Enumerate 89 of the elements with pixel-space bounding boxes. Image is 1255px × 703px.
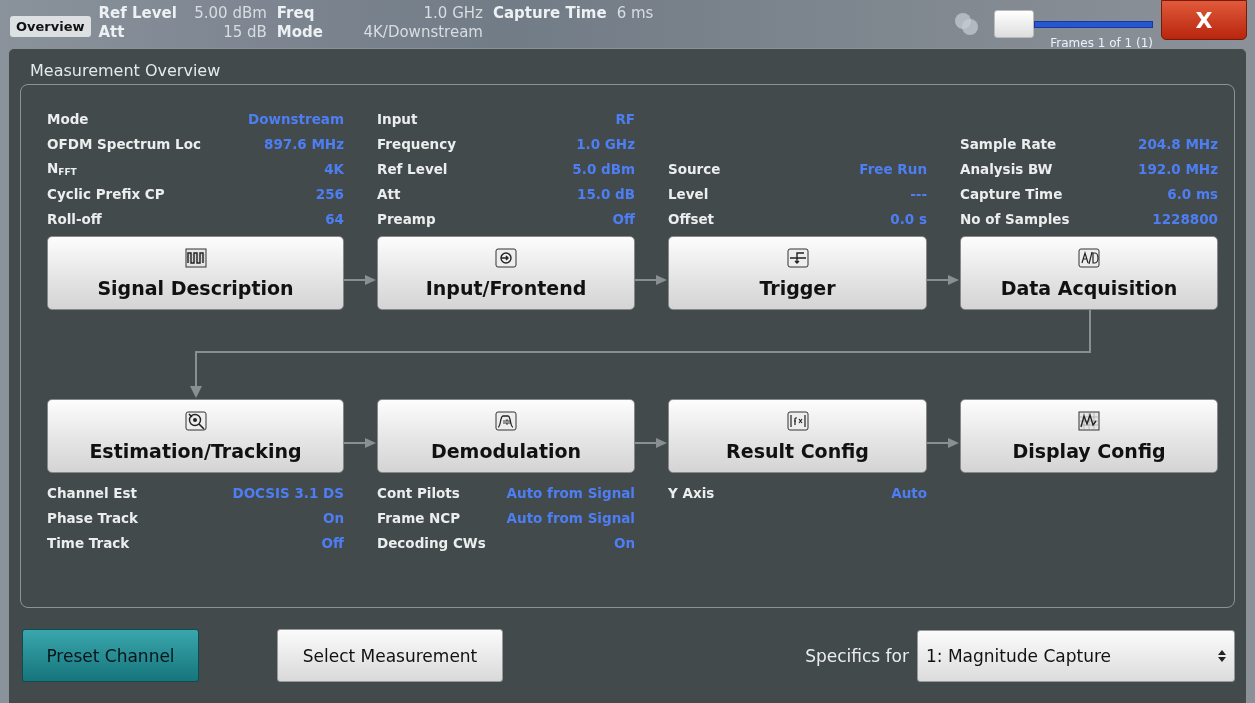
setting-label: Analysis BW bbox=[960, 160, 1053, 177]
setting-value: 1.0 GHz bbox=[576, 135, 635, 152]
setting-value: 6.0 ms bbox=[1167, 185, 1218, 202]
setting-label: Capture Time bbox=[960, 185, 1063, 202]
header-label: Ref Level bbox=[98, 4, 177, 22]
stage-button[interactable]: Input/Frontend bbox=[377, 236, 635, 310]
header-value: 6 ms bbox=[616, 4, 655, 22]
header-value: 4K/Downstream bbox=[362, 23, 483, 41]
setting-value: RF bbox=[615, 110, 635, 127]
setting-label: Sample Rate bbox=[960, 135, 1057, 152]
stage-button[interactable]: Data Acquisition bbox=[960, 236, 1218, 310]
flow-arrow bbox=[927, 274, 960, 286]
setting-label: Y Axis bbox=[668, 484, 715, 501]
close-button[interactable]: X bbox=[1161, 0, 1247, 40]
header-label: Capture Time bbox=[492, 4, 607, 22]
setting-value: 897.6 MHz bbox=[264, 135, 344, 152]
setting-value: 5.0 dBm bbox=[572, 160, 635, 177]
setting-label: Time Track bbox=[47, 534, 130, 551]
setting-value: Auto bbox=[891, 484, 927, 501]
setting-label: No of Samples bbox=[960, 210, 1070, 227]
stage-button[interactable]: Demodulation bbox=[377, 399, 635, 473]
setting-label: Offset bbox=[668, 210, 715, 227]
setting-value: Off bbox=[321, 534, 344, 551]
filter-curve-icon bbox=[495, 411, 517, 431]
flow-arrow bbox=[635, 274, 668, 286]
setting-label: OFDM Spectrum Loc bbox=[47, 135, 201, 152]
stage-button[interactable]: Result Config bbox=[668, 399, 927, 473]
setting-value: 0.0 s bbox=[890, 210, 927, 227]
updown-icon bbox=[1218, 648, 1226, 663]
setting-value: 64 bbox=[325, 210, 344, 227]
ad-converter-icon bbox=[1078, 248, 1100, 268]
header-value: 15 dB bbox=[222, 23, 267, 41]
flow-arrow bbox=[344, 274, 377, 286]
setting-label: Source bbox=[668, 160, 721, 177]
stage-button[interactable]: Estimation/Tracking bbox=[47, 399, 344, 473]
header-value: 1.0 GHz bbox=[422, 4, 483, 22]
function-icon bbox=[786, 411, 809, 431]
stage-button[interactable]: Trigger bbox=[668, 236, 927, 310]
setting-value: 1228800 bbox=[1152, 210, 1218, 227]
stage-button[interactable]: Signal Description bbox=[47, 236, 344, 310]
slider-handle[interactable] bbox=[994, 10, 1034, 38]
overview-tab[interactable]: Overview bbox=[10, 16, 91, 37]
setting-value: 204.8 MHz bbox=[1138, 135, 1218, 152]
setting-value: Free Run bbox=[859, 160, 927, 177]
setting-label: Roll-off bbox=[47, 210, 102, 227]
setting-value: Auto from Signal bbox=[506, 509, 635, 526]
setting-label: N$_{FFT}$ bbox=[47, 160, 77, 177]
header-label: Att bbox=[98, 23, 126, 41]
target-icon bbox=[184, 411, 207, 431]
setting-label: Phase Track bbox=[47, 509, 138, 526]
setting-label: Preamp bbox=[377, 210, 436, 227]
preset-channel-button[interactable]: Preset Channel bbox=[22, 629, 199, 682]
setting-value: --- bbox=[910, 185, 927, 202]
dialog-title: Measurement Overview bbox=[29, 60, 222, 82]
setting-label: Frequency bbox=[377, 135, 457, 152]
setting-value: 192.0 MHz bbox=[1138, 160, 1218, 177]
setting-label: Att bbox=[377, 185, 401, 202]
header-value: 5.00 dBm bbox=[193, 4, 267, 22]
setting-value: On bbox=[322, 509, 344, 526]
specifics-dropdown[interactable]: 1: Magnitude Capture bbox=[917, 629, 1235, 682]
setting-label: Level bbox=[668, 185, 709, 202]
setting-label: Ref Level bbox=[377, 160, 448, 177]
header-label: Freq bbox=[276, 4, 316, 22]
setting-label: Channel Est bbox=[47, 484, 138, 501]
setting-label: Input bbox=[377, 110, 418, 127]
chart-icon bbox=[1078, 411, 1100, 431]
setting-value: 15.0 dB bbox=[577, 185, 635, 202]
setting-value: 256 bbox=[315, 185, 344, 202]
flow-arrow bbox=[344, 437, 377, 449]
setting-label: Cont Pilots bbox=[377, 484, 460, 501]
stage-button[interactable]: Display Config bbox=[960, 399, 1218, 473]
select-measurement-button[interactable]: Select Measurement bbox=[277, 629, 503, 682]
setting-label: Frame NCP bbox=[377, 509, 461, 526]
setting-label: Cyclic Prefix CP bbox=[47, 185, 165, 202]
flow-arrow bbox=[635, 437, 668, 449]
setting-value: Downstream bbox=[247, 110, 344, 127]
setting-value: Off bbox=[612, 210, 635, 227]
setting-value: 4K bbox=[324, 160, 344, 177]
frames-label: Frames 1 of 1 (1) bbox=[1050, 36, 1153, 50]
flow-arrow bbox=[927, 437, 960, 449]
trigger-edge-icon bbox=[786, 248, 809, 268]
specifics-label: Specifics for bbox=[805, 645, 909, 666]
setting-value: On bbox=[613, 534, 635, 551]
signal-wave-icon bbox=[184, 248, 207, 268]
setting-label: Mode bbox=[47, 110, 89, 127]
header-label: Mode bbox=[276, 23, 323, 41]
setting-value: Auto from Signal bbox=[506, 484, 635, 501]
setting-label: Decoding CWs bbox=[377, 534, 486, 551]
setting-value: DOCSIS 3.1 DS bbox=[232, 484, 344, 501]
